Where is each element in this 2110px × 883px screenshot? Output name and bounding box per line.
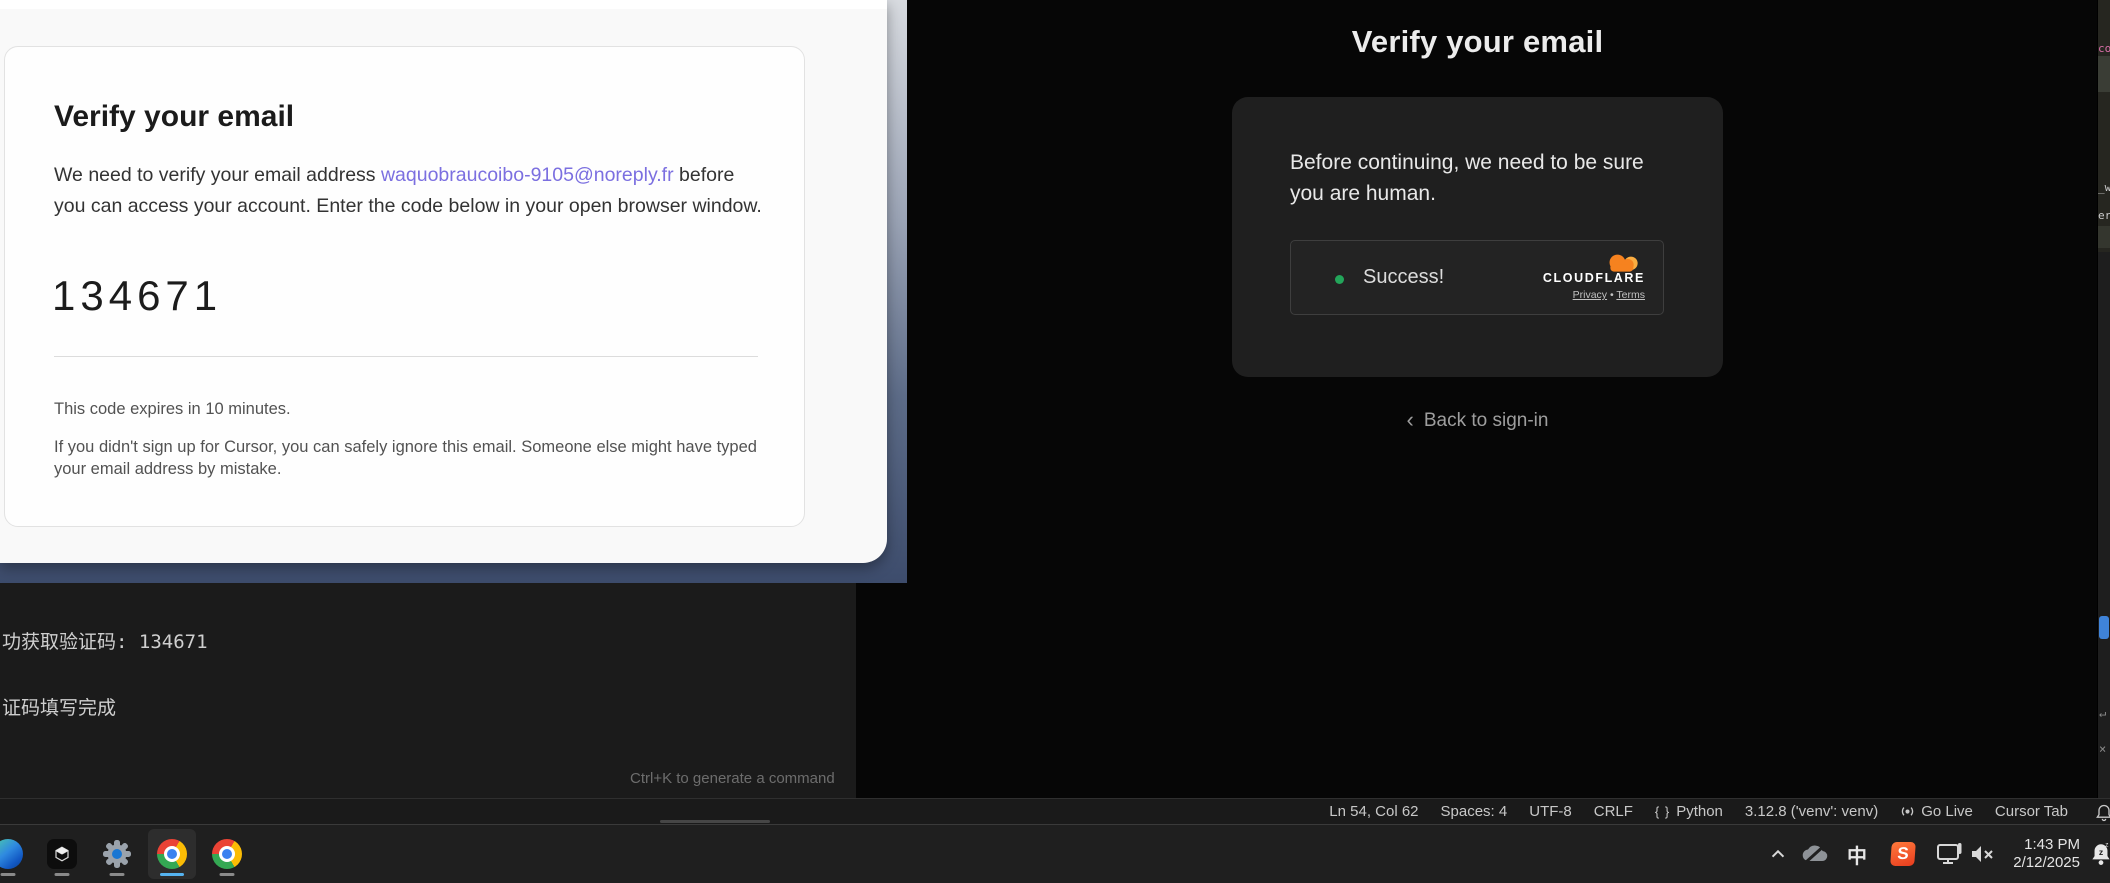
- status-language[interactable]: { } Python: [1655, 803, 1723, 820]
- verification-code: 134671: [52, 272, 222, 320]
- tray-ime-indicator[interactable]: 中: [1843, 825, 1871, 883]
- back-to-signin-link[interactable]: ‹ Back to sign-in: [1232, 407, 1723, 433]
- legal-separator: •: [1610, 289, 1614, 301]
- email-body-text: We need to verify your email address waq…: [54, 160, 764, 221]
- status-go-live[interactable]: Go Live: [1900, 803, 1973, 820]
- cloudflare-wordmark: CLOUDFLARE: [1535, 272, 1645, 285]
- broadcast-icon: [1900, 804, 1915, 819]
- tray-show-hidden-icons[interactable]: [1764, 825, 1792, 883]
- email-address-link[interactable]: waquobraucoibo-9105@noreply.fr: [381, 164, 674, 186]
- bell-z-icon: z z: [2088, 840, 2110, 868]
- tray-notifications[interactable]: z z: [2086, 825, 2110, 883]
- privacy-link[interactable]: Privacy: [1573, 289, 1607, 301]
- svg-text:z: z: [2105, 841, 2108, 848]
- editor-edge-sliver: co _w er ↵ ×: [2097, 0, 2110, 798]
- sliver-selection-band: [2098, 56, 2110, 92]
- ime-chinese-label: 中: [1847, 840, 1867, 869]
- desktop-screen: Verify your email Before continuing, we …: [0, 0, 2110, 883]
- running-indicator: [110, 873, 125, 876]
- clock-date: 2/12/2025: [2013, 854, 2080, 872]
- sogou-letter: S: [1897, 844, 1910, 864]
- status-cursor-position[interactable]: Ln 54, Col 62: [1329, 803, 1418, 820]
- taskbar-item-chrome-active[interactable]: [148, 829, 196, 879]
- terms-link[interactable]: Terms: [1616, 289, 1645, 301]
- clock-time: 1:43 PM: [2024, 836, 2080, 854]
- language-label: Python: [1676, 803, 1723, 820]
- taskbar-item-devtool[interactable]: [38, 829, 86, 879]
- gear-icon: [101, 838, 133, 870]
- sliver-selection-band: [2098, 226, 2110, 248]
- terminal-line: 证码填写完成: [2, 697, 257, 719]
- running-indicator: [1, 873, 16, 876]
- tray-volume[interactable]: [1968, 825, 1998, 883]
- human-check-card: Before continuing, we need to be sure yo…: [1232, 97, 1723, 377]
- active-indicator: [160, 873, 184, 876]
- status-cursor-tab[interactable]: Cursor Tab: [1995, 803, 2068, 820]
- taskbar: 中 S 1:43 PM 2/12/2025: [0, 825, 2110, 883]
- notifications-bell-icon[interactable]: [2094, 803, 2110, 823]
- code-expiry-note: This code expires in 10 minutes.: [54, 400, 291, 419]
- running-indicator: [220, 873, 235, 876]
- tray-sogou-input[interactable]: S: [1889, 825, 1917, 883]
- enter-icon: ↵: [2099, 706, 2106, 720]
- tray-onedrive[interactable]: [1800, 825, 1830, 883]
- divider: [54, 356, 758, 357]
- email-window-top-strip: [0, 0, 887, 9]
- success-dot-icon: [1335, 275, 1344, 284]
- svg-text:z: z: [2099, 847, 2103, 857]
- sliver-scroll-thumb[interactable]: [2099, 616, 2109, 639]
- braces-icon: { }: [1655, 804, 1670, 819]
- taskbar-item-chrome-2[interactable]: [203, 829, 251, 879]
- monitor-pen-icon: [1936, 841, 1964, 867]
- human-check-prompt: Before continuing, we need to be sure yo…: [1290, 147, 1680, 209]
- scrollbar-fragment[interactable]: [660, 820, 770, 823]
- sogou-s-icon: S: [1890, 842, 1916, 866]
- tray-display[interactable]: [1935, 825, 1965, 883]
- running-indicator: [55, 873, 70, 876]
- email-window-frame: Verify your email We need to verify your…: [0, 0, 907, 583]
- taskbar-clock[interactable]: 1:43 PM 2/12/2025: [2013, 825, 2080, 883]
- cube-app-icon: [47, 839, 77, 869]
- status-eol[interactable]: CRLF: [1594, 803, 1633, 820]
- status-bar: Ln 54, Col 62 Spaces: 4 UTF-8 CRLF { } P…: [0, 798, 2110, 825]
- status-interpreter[interactable]: 3.12.8 ('venv': venv): [1745, 803, 1878, 820]
- email-window: Verify your email We need to verify your…: [0, 0, 887, 563]
- cloudflare-cloud-icon: [1603, 253, 1643, 272]
- cloudflare-branding: CLOUDFLARE Privacy • Terms: [1535, 253, 1645, 301]
- back-to-signin-label: Back to sign-in: [1424, 410, 1549, 431]
- code-fragment: _w: [2098, 181, 2110, 194]
- speaker-mute-icon: [1970, 843, 1996, 865]
- chevron-left-icon: ‹: [1407, 407, 1414, 432]
- code-fragment: co: [2098, 42, 2110, 55]
- edge-icon: [0, 839, 23, 869]
- status-encoding[interactable]: UTF-8: [1529, 803, 1572, 820]
- verify-page-title: Verify your email: [1232, 24, 1723, 60]
- chrome-icon: [212, 839, 242, 869]
- email-disclaimer: If you didn't sign up for Cursor, you ca…: [54, 437, 766, 480]
- email-title: Verify your email: [54, 100, 294, 134]
- body-text-before: We need to verify your email address: [54, 164, 381, 186]
- go-live-label: Go Live: [1921, 803, 1973, 820]
- chevron-up-icon: [1768, 844, 1788, 864]
- close-icon[interactable]: ×: [2099, 742, 2106, 756]
- code-fragment: er: [2098, 209, 2110, 222]
- cloud-off-icon: [1801, 842, 1829, 866]
- terminal-line: [2, 763, 257, 785]
- turnstile-status: Success!: [1363, 266, 1444, 289]
- chrome-icon: [157, 839, 187, 869]
- terminal-line: 功获取验证码: 134671: [2, 631, 257, 653]
- cloudflare-turnstile-widget[interactable]: Success! CLOUDFLARE Privacy • Terms: [1290, 240, 1664, 315]
- terminal-ctrlk-hint: Ctrl+K to generate a command: [630, 770, 835, 787]
- taskbar-item-edge[interactable]: [0, 829, 32, 879]
- terminal-panel[interactable]: 功获取验证码: 134671 证码填写完成 在处理 Turnstile 验证..…: [0, 583, 856, 798]
- status-indentation[interactable]: Spaces: 4: [1441, 803, 1508, 820]
- taskbar-item-settings[interactable]: [93, 829, 141, 879]
- turnstile-legal-links: Privacy • Terms: [1535, 289, 1645, 301]
